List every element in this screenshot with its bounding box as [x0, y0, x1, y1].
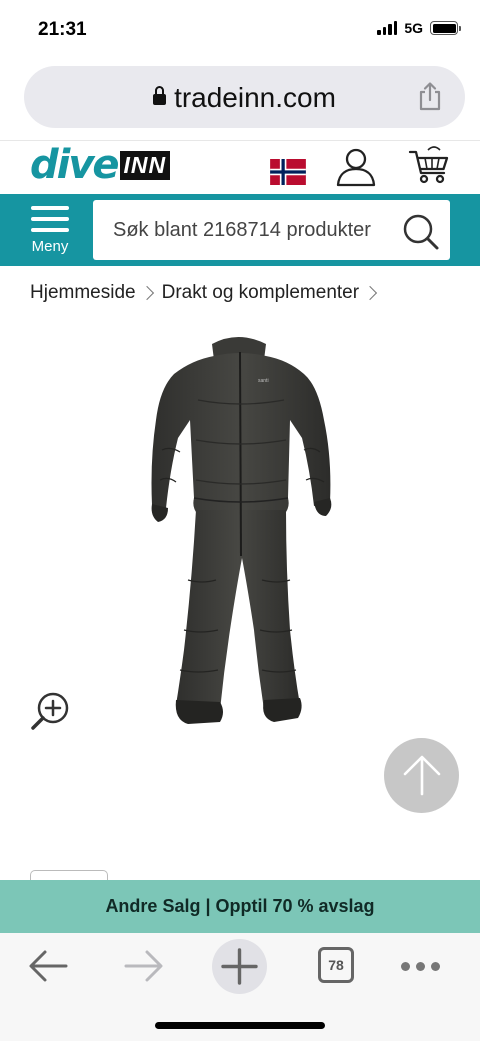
- breadcrumb-home[interactable]: Hjemmeside: [30, 282, 136, 304]
- arrow-up-icon: [403, 755, 441, 796]
- chevron-right-icon: [362, 285, 378, 301]
- status-indicators: 5G: [377, 20, 461, 36]
- product-logo-text: santi: [258, 378, 269, 384]
- forward-arrow-icon[interactable]: [124, 949, 164, 983]
- status-time: 21:31: [38, 19, 87, 40]
- url-text: tradeinn.com: [174, 82, 336, 113]
- zoom-in-icon[interactable]: [29, 690, 71, 732]
- browser-toolbar: 78: [0, 933, 480, 1041]
- more-icon[interactable]: [401, 962, 440, 971]
- menu-label: Meny: [31, 238, 69, 255]
- chevron-right-icon: [139, 285, 154, 301]
- promo-banner[interactable]: Andre Salg | Opptil 70 % avslag: [0, 880, 480, 933]
- tabs-icon[interactable]: 78: [318, 947, 354, 983]
- network-type: 5G: [404, 20, 423, 36]
- logo-inn-text: INN: [119, 150, 171, 180]
- new-tab-button[interactable]: [212, 939, 267, 994]
- breadcrumb: Hjemmeside Drakt og komplementer: [30, 282, 385, 304]
- search-box[interactable]: [93, 200, 450, 260]
- share-icon[interactable]: [417, 81, 443, 111]
- signal-icon: [377, 21, 398, 35]
- user-icon[interactable]: [335, 147, 377, 187]
- flag-norway-icon[interactable]: [268, 159, 308, 185]
- search-icon[interactable]: [402, 213, 440, 251]
- status-bar: 21:31 5G: [0, 0, 480, 62]
- logo-dive-text: dive: [30, 142, 120, 188]
- plus-icon: [221, 948, 258, 985]
- back-arrow-icon[interactable]: [28, 949, 68, 983]
- product-image[interactable]: santi: [140, 330, 340, 735]
- hamburger-icon: [28, 206, 72, 232]
- site-header: dive INN: [0, 140, 480, 194]
- back-to-top-button[interactable]: [384, 738, 459, 813]
- address-bar[interactable]: tradeinn.com: [24, 66, 465, 128]
- diveinn-logo[interactable]: dive INN: [30, 142, 171, 188]
- breadcrumb-category[interactable]: Drakt og komplementer: [162, 282, 359, 304]
- menu-search-bar: Meny: [0, 194, 480, 266]
- url-display[interactable]: tradeinn.com: [24, 82, 465, 114]
- battery-icon: [430, 21, 461, 35]
- search-input[interactable]: [113, 200, 393, 260]
- cart-icon[interactable]: [408, 146, 450, 186]
- lock-icon: [153, 86, 167, 106]
- menu-button[interactable]: Meny: [28, 206, 72, 258]
- home-indicator: [155, 1022, 325, 1029]
